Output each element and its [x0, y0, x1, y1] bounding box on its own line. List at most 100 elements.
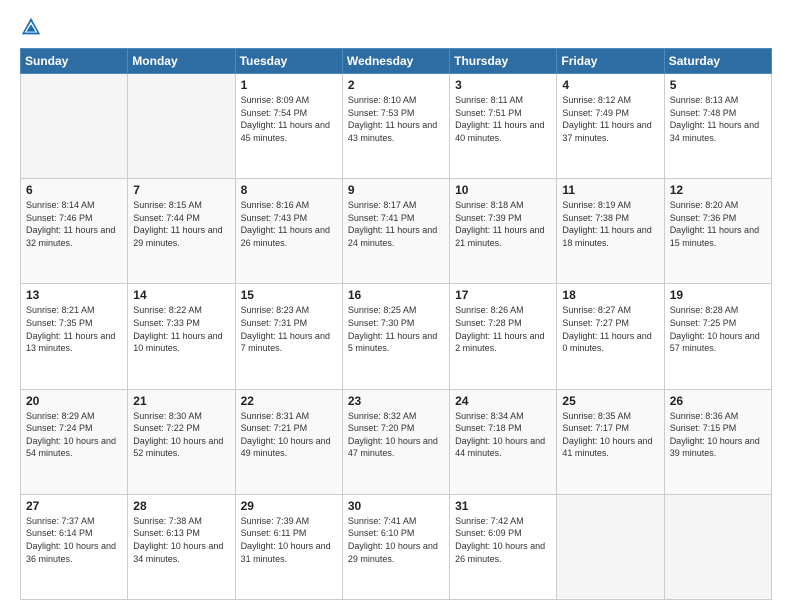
- day-info: Sunrise: 8:09 AMSunset: 7:54 PMDaylight:…: [241, 94, 337, 144]
- calendar-cell-4: 4 Sunrise: 8:12 AMSunset: 7:49 PMDaylight…: [557, 74, 664, 179]
- page: SundayMondayTuesdayWednesdayThursdayFrid…: [0, 0, 792, 612]
- calendar-header-wednesday: Wednesday: [342, 49, 449, 74]
- calendar-cell-empty: [557, 494, 664, 599]
- day-number: 15: [241, 288, 337, 302]
- calendar-cell-1: 1 Sunrise: 8:09 AMSunset: 7:54 PMDaylight…: [235, 74, 342, 179]
- calendar-cell-19: 19 Sunrise: 8:28 AMSunset: 7:25 PMDayligh…: [664, 284, 771, 389]
- day-number: 4: [562, 78, 658, 92]
- day-info: Sunrise: 7:38 AMSunset: 6:13 PMDaylight:…: [133, 515, 229, 565]
- day-info: Sunrise: 8:32 AMSunset: 7:20 PMDaylight:…: [348, 410, 444, 460]
- calendar-cell-7: 7Sunrise: 8:15 AMSunset: 7:44 PMDaylight…: [128, 179, 235, 284]
- day-number: 5: [670, 78, 766, 92]
- calendar-cell-21: 21 Sunrise: 8:30 AMSunset: 7:22 PMDayligh…: [128, 389, 235, 494]
- day-info: Sunrise: 7:39 AMSunset: 6:11 PMDaylight:…: [241, 515, 337, 565]
- calendar-cell-29: 29 Sunrise: 7:39 AMSunset: 6:11 PMDayligh…: [235, 494, 342, 599]
- day-number: 21: [133, 394, 229, 408]
- calendar-cell-empty: [664, 494, 771, 599]
- calendar-cell-10: 10 Sunrise: 8:18 AMSunset: 7:39 PMDayligh…: [450, 179, 557, 284]
- calendar-cell-6: 6 Sunrise: 8:14 AMSunset: 7:46 PMDaylight…: [21, 179, 128, 284]
- calendar-header-friday: Friday: [557, 49, 664, 74]
- day-number: 2: [348, 78, 444, 92]
- calendar-cell-empty: [128, 74, 235, 179]
- day-number: 9: [348, 183, 444, 197]
- calendar-header-sunday: Sunday: [21, 49, 128, 74]
- calendar-cell-31: 31 Sunrise: 7:42 AMSunset: 6:09 PMDayligh…: [450, 494, 557, 599]
- day-info: Sunrise: 8:30 AMSunset: 7:22 PMDaylight:…: [133, 410, 229, 460]
- day-info: Sunrise: 8:20 AMSunset: 7:36 PMDaylight:…: [670, 199, 766, 249]
- day-number: 23: [348, 394, 444, 408]
- day-number: 26: [670, 394, 766, 408]
- day-number: 27: [26, 499, 122, 513]
- day-info: Sunrise: 8:36 AMSunset: 7:15 PMDaylight:…: [670, 410, 766, 460]
- day-info: Sunrise: 7:42 AMSunset: 6:09 PMDaylight:…: [455, 515, 551, 565]
- day-info: Sunrise: 7:41 AMSunset: 6:10 PMDaylight:…: [348, 515, 444, 565]
- day-number: 16: [348, 288, 444, 302]
- calendar-header-thursday: Thursday: [450, 49, 557, 74]
- calendar-cell-28: 28 Sunrise: 7:38 AMSunset: 6:13 PMDayligh…: [128, 494, 235, 599]
- day-info: Sunrise: 8:31 AMSunset: 7:21 PMDaylight:…: [241, 410, 337, 460]
- calendar-cell-18: 18Sunrise: 8:27 AMSunset: 7:27 PMDayligh…: [557, 284, 664, 389]
- calendar-cell-2: 2 Sunrise: 8:10 AMSunset: 7:53 PMDaylight…: [342, 74, 449, 179]
- day-info: Sunrise: 8:11 AMSunset: 7:51 PMDaylight:…: [455, 94, 551, 144]
- day-info: Sunrise: 8:18 AMSunset: 7:39 PMDaylight:…: [455, 199, 551, 249]
- day-info: Sunrise: 8:29 AMSunset: 7:24 PMDaylight:…: [26, 410, 122, 460]
- day-number: 12: [670, 183, 766, 197]
- calendar-cell-24: 24 Sunrise: 8:34 AMSunset: 7:18 PMDayligh…: [450, 389, 557, 494]
- day-number: 25: [562, 394, 658, 408]
- calendar-cell-12: 12 Sunrise: 8:20 AMSunset: 7:36 PMDayligh…: [664, 179, 771, 284]
- day-info: Sunrise: 8:16 AMSunset: 7:43 PMDaylight:…: [241, 199, 337, 249]
- day-info: Sunrise: 8:28 AMSunset: 7:25 PMDaylight:…: [670, 304, 766, 354]
- day-info: Sunrise: 8:34 AMSunset: 7:18 PMDaylight:…: [455, 410, 551, 460]
- calendar-cell-13: 13Sunrise: 8:21 AMSunset: 7:35 PMDayligh…: [21, 284, 128, 389]
- day-number: 6: [26, 183, 122, 197]
- day-number: 3: [455, 78, 551, 92]
- day-info: Sunrise: 8:22 AMSunset: 7:33 PMDaylight:…: [133, 304, 229, 354]
- header: [20, 16, 772, 38]
- calendar-cell-17: 17 Sunrise: 8:26 AMSunset: 7:28 PMDayligh…: [450, 284, 557, 389]
- calendar-header-monday: Monday: [128, 49, 235, 74]
- day-number: 1: [241, 78, 337, 92]
- day-info: Sunrise: 8:26 AMSunset: 7:28 PMDaylight:…: [455, 304, 551, 354]
- day-number: 28: [133, 499, 229, 513]
- day-number: 11: [562, 183, 658, 197]
- calendar-cell-empty: [21, 74, 128, 179]
- day-info: Sunrise: 8:35 AMSunset: 7:17 PMDaylight:…: [562, 410, 658, 460]
- calendar-week-1: 1 Sunrise: 8:09 AMSunset: 7:54 PMDaylight…: [21, 74, 772, 179]
- day-number: 31: [455, 499, 551, 513]
- day-info: Sunrise: 7:37 AMSunset: 6:14 PMDaylight:…: [26, 515, 122, 565]
- logo-icon: [20, 16, 42, 38]
- calendar-cell-23: 23 Sunrise: 8:32 AMSunset: 7:20 PMDayligh…: [342, 389, 449, 494]
- day-info: Sunrise: 8:12 AMSunset: 7:49 PMDaylight:…: [562, 94, 658, 144]
- day-number: 22: [241, 394, 337, 408]
- day-number: 20: [26, 394, 122, 408]
- calendar-cell-25: 25 Sunrise: 8:35 AMSunset: 7:17 PMDayligh…: [557, 389, 664, 494]
- day-info: Sunrise: 8:25 AMSunset: 7:30 PMDaylight:…: [348, 304, 444, 354]
- calendar-week-5: 27 Sunrise: 7:37 AMSunset: 6:14 PMDayligh…: [21, 494, 772, 599]
- day-number: 18: [562, 288, 658, 302]
- calendar-header-saturday: Saturday: [664, 49, 771, 74]
- calendar-cell-30: 30 Sunrise: 7:41 AMSunset: 6:10 PMDayligh…: [342, 494, 449, 599]
- day-number: 8: [241, 183, 337, 197]
- day-number: 29: [241, 499, 337, 513]
- day-number: 17: [455, 288, 551, 302]
- day-info: Sunrise: 8:10 AMSunset: 7:53 PMDaylight:…: [348, 94, 444, 144]
- calendar-table: SundayMondayTuesdayWednesdayThursdayFrid…: [20, 48, 772, 600]
- day-info: Sunrise: 8:17 AMSunset: 7:41 PMDaylight:…: [348, 199, 444, 249]
- calendar-cell-5: 5 Sunrise: 8:13 AMSunset: 7:48 PMDaylight…: [664, 74, 771, 179]
- calendar-header-row: SundayMondayTuesdayWednesdayThursdayFrid…: [21, 49, 772, 74]
- day-number: 19: [670, 288, 766, 302]
- day-number: 24: [455, 394, 551, 408]
- day-number: 13: [26, 288, 122, 302]
- logo: [20, 16, 46, 38]
- calendar-cell-15: 15Sunrise: 8:23 AMSunset: 7:31 PMDayligh…: [235, 284, 342, 389]
- day-number: 30: [348, 499, 444, 513]
- calendar-cell-26: 26 Sunrise: 8:36 AMSunset: 7:15 PMDayligh…: [664, 389, 771, 494]
- calendar-cell-27: 27 Sunrise: 7:37 AMSunset: 6:14 PMDayligh…: [21, 494, 128, 599]
- day-info: Sunrise: 8:13 AMSunset: 7:48 PMDaylight:…: [670, 94, 766, 144]
- calendar-cell-22: 22 Sunrise: 8:31 AMSunset: 7:21 PMDayligh…: [235, 389, 342, 494]
- calendar-cell-8: 8 Sunrise: 8:16 AMSunset: 7:43 PMDaylight…: [235, 179, 342, 284]
- day-info: Sunrise: 8:14 AMSunset: 7:46 PMDaylight:…: [26, 199, 122, 249]
- day-number: 14: [133, 288, 229, 302]
- day-info: Sunrise: 8:19 AMSunset: 7:38 PMDaylight:…: [562, 199, 658, 249]
- day-number: 10: [455, 183, 551, 197]
